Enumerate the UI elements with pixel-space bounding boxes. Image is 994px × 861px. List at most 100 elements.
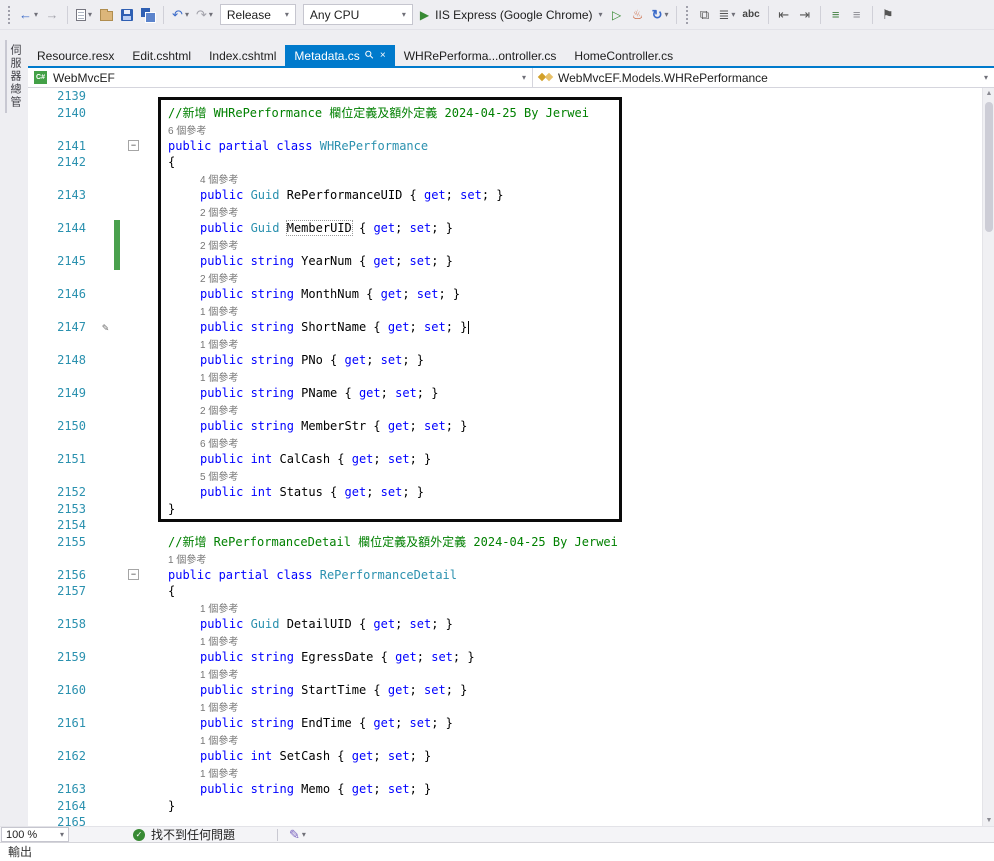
code-row[interactable]: 2151 public int CalCash { get; set; } xyxy=(28,451,994,468)
line-number[interactable]: 2153 xyxy=(28,502,92,516)
codelens-row[interactable]: 1 個參考 xyxy=(28,303,994,320)
code-row[interactable]: 2153} xyxy=(28,501,994,518)
solution-config-dropdown[interactable]: Release ▾ xyxy=(219,4,296,25)
line-number[interactable]: 2140 xyxy=(28,106,92,120)
line-number[interactable]: 2160 xyxy=(28,683,92,697)
codelens-row[interactable]: 2 個參考 xyxy=(28,402,994,419)
tab-WHRePerforma...ontroller.cs[interactable]: WHRePerforma...ontroller.cs xyxy=(395,45,566,66)
tab-Metadata.cs[interactable]: Metadata.cs ⚲ × xyxy=(285,45,395,66)
uncomment-button[interactable] xyxy=(847,3,867,27)
redo-button[interactable]: ▾ xyxy=(193,3,216,27)
code-row[interactable]: 2164} xyxy=(28,798,994,815)
code-row[interactable]: 2148 public string PNo { get; set; } xyxy=(28,352,994,369)
code-row[interactable]: 2165 xyxy=(28,814,994,826)
code-row[interactable]: 2154 xyxy=(28,517,994,534)
code-row[interactable]: 2145 public string YearNum { get; set; } xyxy=(28,253,994,270)
decrease-indent-button[interactable] xyxy=(774,3,794,27)
save-button[interactable] xyxy=(117,3,137,27)
collapse-toggle[interactable]: − xyxy=(128,140,139,152)
code-row[interactable]: 2161 public string EndTime { get; set; } xyxy=(28,715,994,732)
platform-dropdown[interactable]: Any CPU ▾ xyxy=(302,4,413,25)
document-health-indicator[interactable]: 找不到任何問題 xyxy=(133,826,235,843)
tab-HomeController.cs[interactable]: HomeController.cs xyxy=(565,45,682,66)
line-number[interactable]: 2163 xyxy=(28,782,92,796)
code-row[interactable]: 2150 public string MemberStr { get; set; … xyxy=(28,418,994,435)
code-cleanup-button[interactable]: ▾ xyxy=(286,827,309,842)
tab-Edit.cshtml[interactable]: Edit.cshtml xyxy=(123,45,200,66)
line-number[interactable]: 2145 xyxy=(28,254,92,268)
project-dropdown[interactable]: WebMvcEF ▾ xyxy=(28,68,533,87)
codelens-row[interactable]: 6 個參考 xyxy=(28,121,994,138)
line-number[interactable]: 2149 xyxy=(28,386,92,400)
start-debugging-button[interactable]: IIS Express (Google Chrome) ▾ xyxy=(417,3,606,27)
codelens-row[interactable]: 2 個參考 xyxy=(28,270,994,287)
bookmark-button[interactable] xyxy=(878,3,898,27)
codelens-row[interactable]: 6 個參考 xyxy=(28,435,994,452)
line-number[interactable]: 2157 xyxy=(28,584,92,598)
toolbar-drag-handle[interactable] xyxy=(7,4,12,25)
find-in-files-button[interactable] xyxy=(694,3,714,27)
line-number[interactable]: 2164 xyxy=(28,799,92,813)
code-row[interactable]: 2152 public int Status { get; set; } xyxy=(28,484,994,501)
code-row[interactable]: 2149 public string PName { get; set; } xyxy=(28,385,994,402)
line-number[interactable]: 2155 xyxy=(28,535,92,549)
member-dropdown[interactable]: WebMvcEF.Models.WHRePerformance ▾ xyxy=(533,68,994,87)
codelens-row[interactable]: 1 個參考 xyxy=(28,699,994,716)
zoom-dropdown[interactable]: 100 % ▾ xyxy=(1,827,69,842)
line-number[interactable]: 2142 xyxy=(28,155,92,169)
line-number[interactable]: 2156 xyxy=(28,568,92,582)
code-row[interactable]: 2146 public string MonthNum { get; set; } xyxy=(28,286,994,303)
code-editor[interactable]: 2139 2140 //新增 WHRePerformance 欄位定義及額外定義 2… xyxy=(28,88,994,826)
navigate-forward-button[interactable] xyxy=(42,3,62,27)
codelens-row[interactable]: 1 個參考 xyxy=(28,550,994,567)
codelens-row[interactable]: 1 個參考 xyxy=(28,633,994,650)
code-row[interactable]: 2143 public Guid RePerformanceUID { get; … xyxy=(28,187,994,204)
code-row[interactable]: 2156 − public partial class RePerformanceD… xyxy=(28,567,994,584)
new-file-button[interactable]: ▾ xyxy=(73,3,95,27)
toolbar-drag-handle[interactable] xyxy=(685,4,691,25)
line-number[interactable]: 2158 xyxy=(28,617,92,631)
open-file-button[interactable] xyxy=(96,3,116,27)
codelens-row[interactable]: 1 個參考 xyxy=(28,732,994,749)
undo-button[interactable]: ▾ xyxy=(169,3,192,27)
code-row[interactable]: 2141 − public partial class WHRePerformanc… xyxy=(28,138,994,155)
line-number[interactable]: 2159 xyxy=(28,650,92,664)
line-number[interactable]: 2141 xyxy=(28,139,92,153)
tab-Index.cshtml[interactable]: Index.cshtml xyxy=(200,45,285,66)
codelens-row[interactable]: 1 個參考 xyxy=(28,369,994,386)
codelens-row[interactable]: 1 個參考 xyxy=(28,600,994,617)
pin-icon[interactable]: ⚲ xyxy=(362,48,376,62)
code-row[interactable]: 2147 ✎ public string ShortName { get; set;… xyxy=(28,319,994,336)
codelens-row[interactable]: 5 個參考 xyxy=(28,468,994,485)
line-number[interactable]: 2151 xyxy=(28,452,92,466)
output-panel-title[interactable]: 輸出 xyxy=(8,843,32,860)
navigate-back-button[interactable]: ▾ xyxy=(16,3,41,27)
code-row[interactable]: 2162 public int SetCash { get; set; } xyxy=(28,748,994,765)
code-row[interactable]: 2140 //新增 WHRePerformance 欄位定義及額外定義 2024-… xyxy=(28,105,994,122)
code-row[interactable]: 2144 public Guid MemberUID { get; set; } xyxy=(28,220,994,237)
start-without-debugging-button[interactable] xyxy=(607,3,627,27)
save-all-button[interactable] xyxy=(138,3,158,27)
line-number[interactable]: 2150 xyxy=(28,419,92,433)
codelens-row[interactable]: 1 個參考 xyxy=(28,666,994,683)
scroll-down-arrow[interactable]: ▼ xyxy=(984,817,994,824)
line-number[interactable]: 2147 ✎ xyxy=(28,320,109,334)
restart-button[interactable]: ▾ xyxy=(649,3,672,27)
member-list-button[interactable]: ▾ xyxy=(715,3,738,27)
line-number[interactable]: 2143 xyxy=(28,188,92,202)
line-number[interactable]: 2139 xyxy=(28,89,92,103)
codelens-row[interactable]: 1 個參考 xyxy=(28,336,994,353)
vertical-scrollbar[interactable]: ▲ ▼ xyxy=(982,88,994,826)
codelens-row[interactable]: 2 個參考 xyxy=(28,236,994,253)
code-row[interactable]: 2142 { xyxy=(28,154,994,171)
code-row[interactable]: 2158 public Guid DetailUID { get; set; } xyxy=(28,616,994,633)
line-number[interactable]: 2165 xyxy=(28,815,92,826)
increase-indent-button[interactable] xyxy=(795,3,815,27)
code-row[interactable]: 2163 public string Memo { get; set; } xyxy=(28,781,994,798)
scrollbar-thumb[interactable] xyxy=(985,102,993,232)
line-number[interactable]: 2162 xyxy=(28,749,92,763)
comment-button[interactable] xyxy=(826,3,846,27)
codelens-row[interactable]: 1 個參考 xyxy=(28,765,994,782)
tab-Resource.resx[interactable]: Resource.resx xyxy=(28,45,123,66)
line-number[interactable]: 2161 xyxy=(28,716,92,730)
